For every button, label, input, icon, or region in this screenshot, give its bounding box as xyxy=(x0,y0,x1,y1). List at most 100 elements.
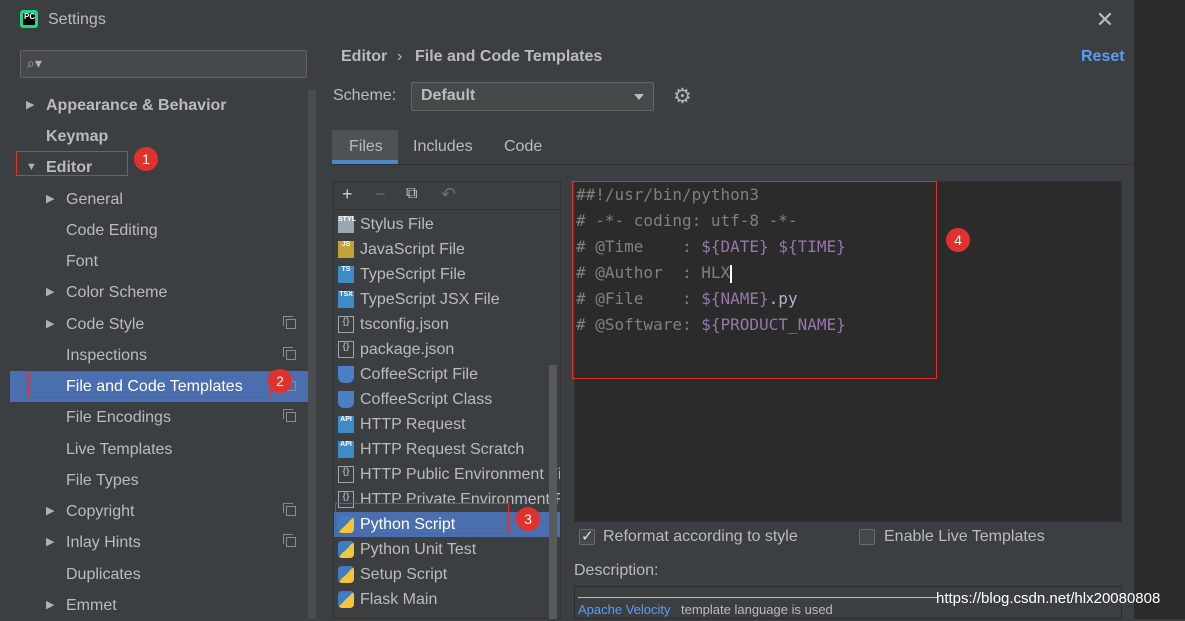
tab-code[interactable]: Code xyxy=(504,138,542,156)
template-file-item[interactable]: {} HTTP Public Environment Fi xyxy=(334,462,560,487)
file-list-scrollbar[interactable] xyxy=(549,365,557,619)
live-templates-checkbox[interactable] xyxy=(859,529,875,545)
collapsed-arrow-icon[interactable]: ▶ xyxy=(46,277,54,308)
collapsed-arrow-icon[interactable]: ▶ xyxy=(46,496,54,527)
sidebar-item-label: Code Editing xyxy=(66,222,158,239)
sidebar-item-inspections[interactable]: Inspections xyxy=(10,340,308,371)
project-scope-icon xyxy=(283,316,296,329)
template-file-item[interactable]: Flask Main xyxy=(334,587,560,612)
annotation-box-2 xyxy=(28,371,271,398)
logo-text: PC xyxy=(24,12,36,21)
sidebar-item-font[interactable]: Font xyxy=(10,246,308,277)
template-file-item[interactable]: CoffeeScript Class xyxy=(334,387,560,412)
template-file-item[interactable]: TS TypeScript File xyxy=(334,262,560,287)
apache-velocity-link[interactable]: Apache Velocity xyxy=(578,602,671,617)
reset-link[interactable]: Reset xyxy=(1081,48,1125,66)
sidebar-item-label: Appearance & Behavior xyxy=(46,97,227,114)
collapsed-arrow-icon[interactable]: ▶ xyxy=(46,309,54,340)
undo-icon[interactable]: ↶ xyxy=(441,185,456,203)
copy-icon[interactable]: ⧉ xyxy=(406,185,417,203)
template-file-item[interactable]: JS JavaScript File xyxy=(334,237,560,262)
json-file-icon: {} xyxy=(338,316,354,333)
javascript-file-icon: JS xyxy=(338,241,354,258)
template-file-item[interactable]: CoffeeScript File xyxy=(334,362,560,387)
sidebar-item-code-style[interactable]: ▶ Code Style xyxy=(10,309,308,340)
sidebar-item-code-editing[interactable]: Code Editing xyxy=(10,215,308,246)
template-file-label: HTTP Public Environment Fi xyxy=(360,466,560,483)
scheme-select[interactable]: Default xyxy=(411,82,654,111)
template-file-label: Python Unit Test xyxy=(360,541,477,558)
reformat-checkbox[interactable] xyxy=(579,527,595,545)
template-file-label: TypeScript JSX File xyxy=(360,291,500,308)
http-request-icon: API xyxy=(338,416,354,433)
window-title: Settings xyxy=(48,11,106,28)
close-icon[interactable]: ✕ xyxy=(1094,7,1116,33)
nav-scrollbar[interactable] xyxy=(308,90,316,619)
template-file-label: CoffeeScript Class xyxy=(360,391,493,408)
annotation-marker-1: 1 xyxy=(134,147,158,171)
description-divider xyxy=(578,597,938,598)
template-file-label: JavaScript File xyxy=(360,241,465,258)
python-icon xyxy=(338,541,354,558)
template-file-item[interactable]: API HTTP Request Scratch xyxy=(334,437,560,462)
description-text: template language is used xyxy=(681,602,833,617)
collapsed-arrow-icon[interactable]: ▶ xyxy=(26,90,34,121)
sidebar-item-label: Color Scheme xyxy=(66,284,168,301)
coffeescript-file-icon xyxy=(338,366,354,383)
sidebar-item-file-types[interactable]: File Types xyxy=(10,465,308,496)
remove-icon[interactable]: − xyxy=(375,185,386,203)
tab-files[interactable]: Files xyxy=(349,138,383,156)
watermark: https://blog.csdn.net/hlx20080808 xyxy=(936,590,1161,607)
reformat-label[interactable]: Reformat according to style xyxy=(603,528,798,546)
coffeescript-class-icon xyxy=(338,391,354,408)
template-list-toolbar: + − ⧉ ↶ xyxy=(333,181,561,209)
live-templates-label[interactable]: Enable Live Templates xyxy=(884,528,1045,546)
sidebar-item-label: Inlay Hints xyxy=(66,534,141,551)
collapsed-arrow-icon[interactable]: ▶ xyxy=(46,527,54,558)
json-file-icon: {} xyxy=(338,341,354,358)
collapsed-arrow-icon[interactable]: ▶ xyxy=(46,184,54,215)
chevron-down-icon xyxy=(634,94,644,100)
sidebar-item-label: Emmet xyxy=(66,597,117,614)
template-file-item[interactable]: {} tsconfig.json xyxy=(334,312,560,337)
sidebar-item-label: Font xyxy=(66,253,99,270)
template-file-item[interactable]: STYL Stylus File xyxy=(334,212,560,237)
settings-search-input[interactable]: ⌕▾ xyxy=(20,50,307,78)
description-label: Description: xyxy=(574,562,659,579)
sidebar-item-color-scheme[interactable]: ▶ Color Scheme xyxy=(10,277,308,308)
background-window-edge xyxy=(1134,0,1185,619)
annotation-box-1 xyxy=(16,151,128,176)
template-file-item[interactable]: API HTTP Request xyxy=(334,412,560,437)
sidebar-item-appearance-behavior[interactable]: ▶ Appearance & Behavior xyxy=(10,90,308,121)
sidebar-item-live-templates[interactable]: Live Templates xyxy=(10,434,308,465)
sidebar-item-label: File Encodings xyxy=(66,409,171,426)
stylus-file-icon: STYL xyxy=(338,216,356,233)
sidebar-item-inlay-hints[interactable]: ▶ Inlay Hints xyxy=(10,527,308,558)
template-file-item[interactable]: {} package.json xyxy=(334,337,560,362)
add-icon[interactable]: + xyxy=(342,185,353,203)
template-file-item[interactable]: Python Unit Test xyxy=(334,537,560,562)
tab-includes[interactable]: Includes xyxy=(413,138,473,156)
sidebar-item-file-encodings[interactable]: File Encodings xyxy=(10,402,308,433)
sidebar-item-duplicates[interactable]: Duplicates xyxy=(10,559,308,590)
breadcrumb-editor[interactable]: Editor xyxy=(341,48,387,66)
sidebar-item-keymap[interactable]: Keymap xyxy=(10,121,308,152)
template-file-item[interactable]: Setup Script xyxy=(334,562,560,587)
search-icon[interactable]: ⌕▾ xyxy=(27,55,42,72)
breadcrumb-current: File and Code Templates xyxy=(415,48,603,65)
sidebar-item-emmet[interactable]: ▶ Emmet xyxy=(10,590,308,621)
gear-icon[interactable]: ⚙ xyxy=(673,86,692,107)
sidebar-item-copyright[interactable]: ▶ Copyright xyxy=(10,496,308,527)
sidebar-item-label: General xyxy=(66,191,123,208)
project-scope-icon xyxy=(283,503,296,516)
sidebar-item-general[interactable]: ▶ General xyxy=(10,184,308,215)
template-file-label: HTTP Request xyxy=(360,416,466,433)
template-file-label: Flask Main xyxy=(360,591,438,608)
http-request-icon: API xyxy=(338,441,354,458)
environment-file-icon: {} xyxy=(338,466,354,483)
sidebar-item-label: Copyright xyxy=(66,503,135,520)
template-file-label: TypeScript File xyxy=(360,266,466,283)
collapsed-arrow-icon[interactable]: ▶ xyxy=(46,590,54,621)
template-file-item[interactable]: TSX TypeScript JSX File xyxy=(334,287,560,312)
sidebar-item-label: File Types xyxy=(66,472,139,489)
